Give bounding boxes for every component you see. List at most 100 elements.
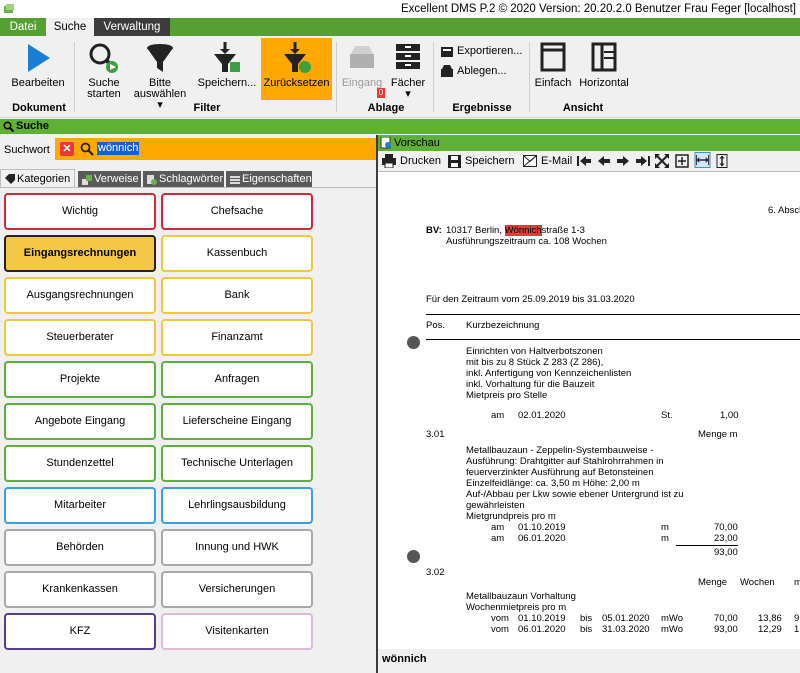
filter-icon	[147, 44, 173, 72]
horizontal-button[interactable]: Horizontal	[576, 38, 632, 100]
doc-bv-label: BV:	[426, 225, 442, 236]
category-button[interactable]: Innung und HWK	[161, 529, 313, 566]
category-button[interactable]: Technische Unterlagen	[161, 445, 313, 482]
category-button[interactable]: Projekte	[4, 361, 156, 398]
tab-eigenschaften[interactable]: Eigenschaften	[226, 171, 312, 187]
suchwort-field[interactable]: ✕ wönnich	[55, 138, 376, 160]
preview-header: Vorschau	[378, 135, 800, 151]
category-button[interactable]: Stundenzettel	[4, 445, 156, 482]
tab-verweise-label: Verweise	[94, 173, 139, 185]
speichern-doc-button[interactable]: Speichern	[448, 153, 515, 169]
category-button[interactable]: Lieferscheine Eingang	[161, 403, 313, 440]
tab-suche[interactable]: Suche	[46, 18, 94, 36]
doc-vom2-date: 06.01.2020	[518, 624, 566, 635]
category-button[interactable]: Visitenkarten	[161, 613, 313, 650]
preview-toolbar: Drucken Speichern E-Mail	[378, 151, 800, 171]
doc-bis1-date: 05.01.2020	[602, 613, 650, 624]
category-button[interactable]: Angebote Eingang	[4, 403, 156, 440]
category-button[interactable]: Finanzamt	[161, 319, 313, 356]
bearbeiten-button[interactable]: Bearbeiten	[6, 38, 70, 100]
group-ergebnisse: Ergebnisse	[452, 102, 512, 114]
faecher-button[interactable]: Fächer ▾	[388, 38, 428, 100]
einfach-button[interactable]: Einfach	[533, 38, 573, 100]
doc-pos: Pos.	[426, 320, 446, 331]
search-header: Suche	[0, 119, 800, 134]
tab-verwaltung[interactable]: Verwaltung	[94, 18, 170, 36]
preview-footer-term: wönnich	[382, 653, 427, 665]
faecher-label-2: ▾	[405, 88, 411, 100]
tab-datei[interactable]: Datei	[0, 18, 46, 36]
doc-pos-302: 3.02	[426, 567, 445, 578]
doc-sum-rule	[676, 545, 738, 546]
doc-zeitraum: Für den Zeitraum vom 25.09.2019 bis 31.0…	[426, 294, 635, 305]
doc-st: St.	[661, 410, 673, 421]
doc-m-unit-2: m	[661, 533, 669, 544]
category-button[interactable]: Lehrlingsausbildung	[161, 487, 313, 524]
category-button[interactable]: Krankenkassen	[4, 571, 156, 608]
category-button[interactable]: Anfragen	[161, 361, 313, 398]
category-button[interactable]: Eingangsrechnungen	[4, 235, 156, 272]
window-title: Excellent DMS P.2 © 2020 Version: 20.20.…	[400, 3, 796, 15]
doc-kurz: Kurzbezeichnung	[466, 320, 540, 331]
prev-page-icon[interactable]	[597, 153, 611, 169]
category-button[interactable]: Wichtig	[4, 193, 156, 230]
ribbon: Bearbeiten Suche starten Bitte auswählen ▾…	[0, 36, 800, 118]
suchwort-label: Suchwort	[4, 144, 50, 156]
category-button[interactable]: Mitarbeiter	[4, 487, 156, 524]
doc-menge-2: Menge	[698, 577, 728, 588]
doc-z1: Metallbauzaun Vorhaltung	[466, 591, 576, 602]
menu-tab-bar: Datei Suche Verwaltung	[0, 18, 800, 36]
search-icon	[3, 121, 14, 132]
speichern-doc-label: Speichern	[465, 155, 515, 167]
doc-am2: am	[491, 522, 505, 533]
doc-ausf: Ausführungszeitraum ca. 108 Wochen	[446, 236, 607, 247]
doc-v1: 70,00	[714, 522, 738, 533]
category-button[interactable]: Versicherungen	[161, 571, 313, 608]
fit-screen-icon[interactable]	[655, 153, 669, 169]
fit-width-icon[interactable]	[694, 152, 711, 168]
single-view-icon	[540, 42, 566, 72]
doc-m1: Metallbauzaun - Zeppelin-Systembauweise …	[466, 445, 654, 456]
category-button[interactable]: KFZ	[4, 613, 156, 650]
play-icon	[28, 44, 50, 72]
suchwort-input[interactable]: wönnich	[97, 142, 140, 155]
next-page-icon[interactable]	[616, 153, 630, 169]
tab-verweise[interactable]: Verweise	[78, 171, 141, 187]
doc-v2: 23,00	[714, 533, 738, 544]
eingang-button[interactable]: Eingang 0	[340, 38, 385, 100]
document-page: 6. Abscl BV: 10317 Berlin, Wönnichstraße…	[378, 171, 800, 649]
doc-st-value: 1,00	[720, 410, 739, 421]
speichern-filter-button[interactable]: Speichern...	[194, 38, 260, 100]
category-tabs: Kategorien Verweise Schlagwörter Eigensc…	[0, 169, 376, 187]
punch-hole-2	[407, 550, 420, 563]
doc-m2: Ausführung: Drahtgitter auf Stahlrohrrah…	[466, 456, 664, 467]
printer-icon	[382, 154, 396, 169]
bearbeiten-label: Bearbeiten	[11, 77, 65, 89]
zuruecksetzen-button[interactable]: Zurücksetzen	[261, 38, 332, 100]
category-button[interactable]: Kassenbuch	[161, 235, 313, 272]
tab-schlagwoerter[interactable]: Schlagwörter	[143, 171, 224, 187]
ablegen-button[interactable]: Ablegen...	[440, 62, 507, 80]
exportieren-button[interactable]: Exportieren...	[440, 42, 522, 60]
suche-starten-button[interactable]: Suche starten	[80, 38, 128, 100]
doc-w1: 13,86	[758, 613, 782, 624]
bitte-auswaehlen-button[interactable]: Bitte auswählen ▾	[130, 38, 190, 111]
drucken-button[interactable]: Drucken	[382, 153, 441, 169]
clear-icon[interactable]: ✕	[60, 142, 74, 156]
doc-bv-pre: 10317 Berlin,	[446, 225, 505, 236]
email-button[interactable]: E-Mail	[523, 153, 572, 169]
fit-height-icon[interactable]	[716, 153, 728, 169]
category-button[interactable]: Bank	[161, 277, 313, 314]
first-page-icon[interactable]	[576, 153, 592, 169]
last-page-icon[interactable]	[635, 153, 651, 169]
category-button[interactable]: Steuerberater	[4, 319, 156, 356]
category-button[interactable]: Chefsache	[161, 193, 313, 230]
mail-icon	[523, 155, 537, 168]
category-button[interactable]: Ausgangsrechnungen	[4, 277, 156, 314]
fit-page-icon[interactable]	[675, 153, 689, 169]
app-icon	[4, 4, 14, 13]
category-button[interactable]: Behörden	[4, 529, 156, 566]
tab-kategorien[interactable]: Kategorien	[0, 169, 75, 187]
doc-l5: Mietpreis pro Stelle	[466, 390, 548, 401]
funnel-reset-icon	[283, 42, 311, 73]
